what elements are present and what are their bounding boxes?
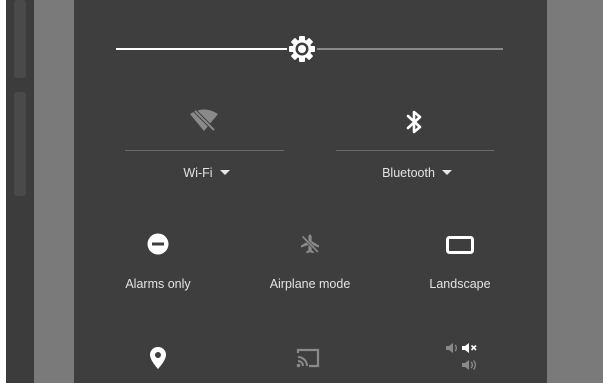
- cast-tile[interactable]: [280, 338, 336, 383]
- scrim-left: [34, 0, 74, 383]
- chevron-down-icon: [441, 170, 452, 176]
- location-tile[interactable]: [130, 338, 186, 383]
- bluetooth-dropdown[interactable]: Bluetooth: [336, 166, 498, 180]
- alarms-only-label: Alarms only: [125, 277, 191, 291]
- wifi-dropdown[interactable]: Wi-Fi: [125, 166, 288, 180]
- wifi-off-icon[interactable]: [188, 108, 220, 134]
- airplane-off-icon[interactable]: [299, 233, 321, 255]
- scrim-right: [547, 0, 603, 383]
- volume-icon[interactable]: [444, 342, 480, 374]
- wifi-label: Wi-Fi: [183, 166, 213, 180]
- bluetooth-label: Bluetooth: [382, 166, 435, 180]
- chevron-down-icon: [219, 170, 230, 176]
- brightness-slider-track-filled[interactable]: [116, 48, 302, 50]
- bluetooth-tile[interactable]: Bluetooth: [336, 98, 494, 194]
- landscape-icon[interactable]: [446, 236, 474, 254]
- landscape-tile[interactable]: Landscape: [402, 224, 518, 304]
- bluetooth-icon[interactable]: [406, 109, 424, 135]
- divider: [336, 150, 494, 151]
- do-not-disturb-icon[interactable]: [147, 233, 169, 255]
- volume-tile[interactable]: [432, 338, 488, 383]
- alarms-only-tile[interactable]: Alarms only: [100, 224, 216, 304]
- airplane-mode-label: Airplane mode: [269, 277, 351, 291]
- cast-icon[interactable]: [295, 347, 321, 369]
- divider: [125, 150, 284, 151]
- airplane-mode-tile[interactable]: Airplane mode: [250, 224, 370, 304]
- wifi-tile[interactable]: Wi-Fi: [125, 98, 284, 194]
- background-card: [14, 92, 26, 196]
- background-card: [14, 0, 26, 78]
- brightness-slider-track[interactable]: [301, 48, 503, 50]
- brightness-icon[interactable]: [286, 33, 318, 65]
- home-screen-edge: [6, 0, 34, 383]
- landscape-label: Landscape: [429, 277, 491, 291]
- location-pin-icon[interactable]: [149, 346, 167, 370]
